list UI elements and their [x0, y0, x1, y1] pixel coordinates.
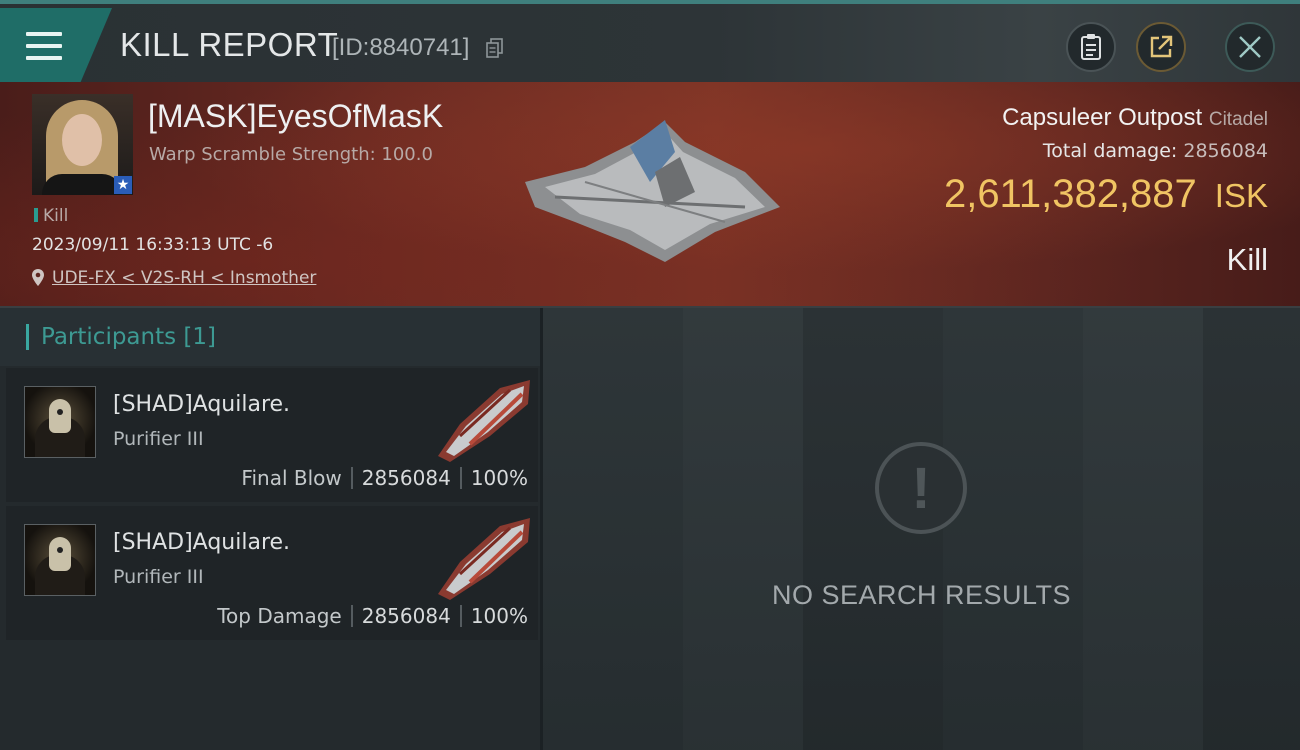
- location-pin-icon: [32, 269, 44, 286]
- participant-ship-image: [438, 380, 530, 462]
- share-button[interactable]: [1136, 22, 1186, 72]
- top-bar: KILL REPORT [ID:8840741]: [0, 0, 1300, 82]
- participants-count: [1]: [183, 324, 217, 350]
- menu-button[interactable]: [0, 8, 112, 82]
- participant-stats: Top Damage 2856084 100%: [217, 604, 528, 628]
- participant-damage: 2856084: [361, 604, 451, 628]
- participant-name: [SHAD]Aquilare.: [113, 392, 291, 417]
- structure-type: Capsuleer Outpost Citadel: [1002, 104, 1268, 132]
- participant-avatar[interactable]: [24, 386, 96, 458]
- close-icon: [1239, 36, 1261, 58]
- participant-stats: Final Blow 2856084 100%: [241, 466, 528, 490]
- participant-name: [SHAD]Aquilare.: [113, 530, 291, 555]
- participant-role: Final Blow: [241, 466, 342, 490]
- menu-icon[interactable]: [22, 32, 62, 60]
- warp-scramble-strength: Warp Scramble Strength: 100.0: [149, 144, 433, 165]
- total-damage-label: Total damage:: [1042, 140, 1178, 162]
- victim-banner: ★ [MASK]EyesOfMasK Warp Scramble Strengt…: [0, 82, 1300, 308]
- participant-ship-image: [438, 518, 530, 600]
- total-damage-value: 2856084: [1183, 140, 1268, 162]
- kill-location[interactable]: UDE-FX < V2S-RH < Insmother: [32, 268, 316, 288]
- structure-name: Capsuleer Outpost: [1002, 104, 1203, 131]
- close-button[interactable]: [1225, 22, 1275, 72]
- report-id: [ID:8840741]: [332, 34, 470, 61]
- page-title: KILL REPORT: [120, 26, 339, 63]
- exclamation-icon: !: [875, 442, 967, 534]
- participant-avatar[interactable]: [24, 524, 96, 596]
- structure-class: Citadel: [1208, 109, 1268, 130]
- kill-timestamp: 2023/09/11 16:33:13 UTC -6: [32, 235, 274, 255]
- clipboard-icon: [1081, 34, 1101, 60]
- victim-name[interactable]: [MASK]EyesOfMasK: [148, 98, 443, 135]
- participant-percent: 100%: [470, 604, 528, 628]
- copy-icon[interactable]: [486, 38, 504, 58]
- participant-card[interactable]: [SHAD]Aquilare. Purifier III Top Damage 2…: [6, 506, 538, 640]
- participant-card[interactable]: [SHAD]Aquilare. Purifier III Final Blow 2…: [6, 368, 538, 502]
- no-results-text: NO SEARCH RESULTS: [771, 580, 1072, 610]
- participant-ship: Purifier III: [113, 566, 204, 588]
- clipboard-button[interactable]: [1066, 22, 1116, 72]
- participant-percent: 100%: [470, 466, 528, 490]
- isk-value: 2,611,382,887: [943, 172, 1197, 216]
- participant-role: Top Damage: [217, 604, 342, 628]
- participants-panel: Participants [1] [SHAD]Aquilare. Purifie…: [0, 308, 540, 750]
- participant-damage: 2856084: [361, 466, 451, 490]
- isk-value-row: 2,611,382,887 ISK: [944, 172, 1268, 217]
- kill-tag: Kill: [34, 206, 68, 226]
- share-icon: [1150, 35, 1173, 58]
- isk-unit: ISK: [1214, 177, 1268, 214]
- participants-header: Participants [1]: [0, 308, 540, 366]
- participant-ship: Purifier III: [113, 428, 204, 450]
- total-damage: Total damage: 2856084: [1043, 140, 1268, 162]
- participants-title-label: Participants: [41, 324, 177, 350]
- results-panel: ! NO SEARCH RESULTS: [543, 308, 1300, 750]
- victim-structure-image: [525, 120, 780, 262]
- participants-title: Participants [1]: [26, 324, 216, 350]
- star-icon: ★: [114, 176, 132, 194]
- location-link[interactable]: UDE-FX < V2S-RH < Insmother: [52, 268, 316, 288]
- result-label: Kill: [1226, 242, 1268, 277]
- kill-tag-label: Kill: [43, 206, 69, 226]
